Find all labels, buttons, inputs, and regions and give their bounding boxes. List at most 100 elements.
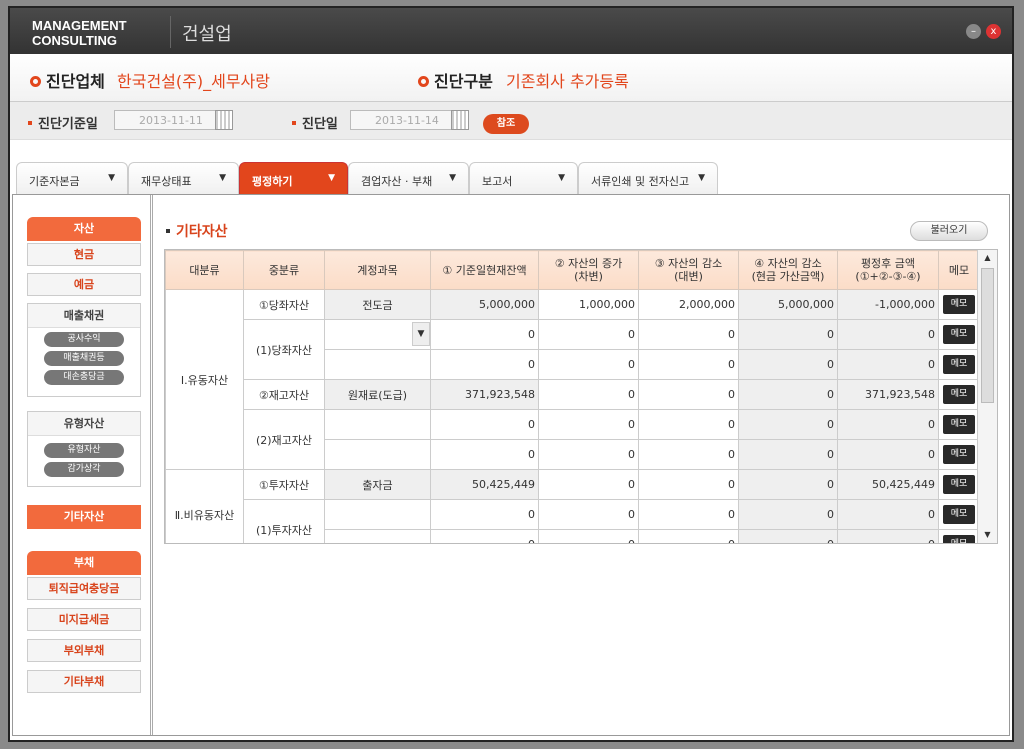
memo-button[interactable]: 메모 (943, 475, 975, 494)
value-cell[interactable]: 0 (538, 499, 639, 530)
sidebar-item-unpaid-tax[interactable]: 미지급세금 (27, 608, 141, 631)
account-cell[interactable] (324, 349, 431, 380)
value-cell[interactable]: 0 (638, 409, 739, 440)
memo-button[interactable]: 메모 (943, 445, 975, 464)
tangible-title[interactable]: 유형자산 (28, 412, 140, 436)
sidebar-pill[interactable]: 공사수익 (44, 332, 124, 347)
value-cell[interactable]: 0 (638, 379, 739, 410)
sidebar-item-cash[interactable]: 현금 (27, 243, 141, 266)
value-cell: 0 (837, 439, 939, 470)
sidebar-pill[interactable]: 대손충당금 (44, 370, 124, 385)
memo-button[interactable]: 메모 (943, 325, 975, 344)
memo-button[interactable]: 메모 (943, 505, 975, 524)
value-cell[interactable]: 371,923,548 (430, 379, 539, 410)
value-cell[interactable]: 0 (430, 349, 539, 380)
scroll-up-icon[interactable]: ▲ (978, 250, 997, 266)
dropdown-arrow-icon[interactable]: ▼ (412, 322, 430, 346)
value-cell[interactable]: 5,000,000 (430, 289, 539, 320)
value-cell[interactable]: 0 (430, 529, 539, 543)
tab-2[interactable]: 재무상태표 ▼ (128, 162, 239, 194)
value-cell: 0 (738, 439, 838, 470)
memo-button[interactable]: 메모 (943, 295, 975, 314)
account-cell[interactable] (324, 529, 431, 543)
data-table-wrapper: 대분류 중분류 계정과목 ① 기준일현재잔액 ② 자산의 증가 (차변) ③ 자산의 감소… (164, 249, 998, 544)
load-button[interactable]: 불러오기 (910, 221, 988, 241)
sidebar-liabilities-header[interactable]: 부채 (27, 551, 141, 575)
sidebar-item-off-book[interactable]: 부외부채 (27, 639, 141, 662)
value-cell[interactable]: 0 (538, 319, 639, 350)
sidebar-item-deposit[interactable]: 예금 (27, 273, 141, 296)
main-panel: 기타자산 불러오기 대분류 중분류 계정과목 ① 기준일현재잔액 ② 자산의 증가 (차… (158, 195, 1008, 735)
value-cell[interactable]: 1,000,000 (538, 289, 639, 320)
value-cell[interactable]: 0 (538, 469, 639, 500)
close-icon[interactable]: x (986, 24, 1001, 39)
table-scrollbar[interactable]: ▲ ▼ (977, 250, 997, 543)
memo-button[interactable]: 메모 (943, 355, 975, 374)
tab-6[interactable]: 서류인쇄 및 전자신고 ▼ (578, 162, 718, 194)
tangible-group: 유형자산 유형자산 감가상각 (27, 411, 141, 487)
value-cell[interactable]: 0 (538, 439, 639, 470)
memo-button[interactable]: 메모 (943, 415, 975, 434)
major-category: Ⅰ.유동자산 (165, 289, 244, 470)
scroll-thumb[interactable] (981, 268, 994, 403)
tab-1[interactable]: 기준자본금 ▼ (16, 162, 128, 194)
value-cell[interactable]: 0 (538, 409, 639, 440)
sidebar-item-other-assets[interactable]: 기타자산 (27, 505, 141, 529)
account-cell[interactable] (324, 409, 431, 440)
sidebar-assets-header[interactable]: 자산 (27, 217, 141, 241)
diag-date-input[interactable]: 2013-11-14 (350, 110, 452, 130)
mid-category: ②재고자산 (243, 379, 325, 410)
type-label-text: 진단구분 (434, 72, 493, 91)
mid-category: ①당좌자산 (243, 289, 325, 320)
logo-line1: MANAGEMENT (32, 18, 127, 33)
receivables-title[interactable]: 매출채권 (28, 304, 140, 328)
sidebar-pill[interactable]: 유형자산 (44, 443, 124, 458)
sidebar-item-retirement[interactable]: 퇴직급여충당금 (27, 577, 141, 600)
memo-button[interactable]: 메모 (943, 535, 975, 543)
account-select[interactable]: ▼ (324, 319, 431, 350)
scroll-down-icon[interactable]: ▼ (978, 527, 997, 543)
value-cell: 0 (738, 379, 838, 410)
mid-category: (2)재고자산 (243, 409, 325, 470)
value-cell[interactable]: 0 (638, 499, 739, 530)
value-cell: 0 (738, 469, 838, 500)
account-cell[interactable] (324, 439, 431, 470)
value-cell[interactable]: 0 (638, 469, 739, 500)
value-cell[interactable]: 0 (538, 379, 639, 410)
value-cell[interactable]: 0 (430, 439, 539, 470)
account-cell[interactable] (324, 499, 431, 530)
value-cell[interactable]: 0 (430, 499, 539, 530)
memo-button[interactable]: 메모 (943, 385, 975, 404)
sidebar-pill[interactable]: 감가상각 (44, 462, 124, 477)
data-table: 대분류 중분류 계정과목 ① 기준일현재잔액 ② 자산의 증가 (차변) ③ 자산의 감소… (165, 250, 980, 543)
section-title: 기타자산 (166, 221, 228, 241)
value-cell[interactable]: 50,425,449 (430, 469, 539, 500)
tab-4[interactable]: 겸업자산 · 부채 ▼ (348, 162, 469, 194)
content-area: 자산 현금 예금 매출채권 공사수익 매출채권등 대손충당금 유형자산 유형자산… (12, 194, 1010, 736)
sidebar-pill[interactable]: 매출채권등 (44, 351, 124, 366)
value-cell[interactable]: 0 (538, 529, 639, 543)
base-date-input[interactable]: 2013-11-11 (114, 110, 216, 130)
value-cell[interactable]: 2,000,000 (638, 289, 739, 320)
value-cell: 0 (738, 529, 838, 543)
chevron-down-icon: ▼ (108, 173, 115, 183)
value-cell[interactable]: 0 (538, 349, 639, 380)
value-cell: 0 (837, 319, 939, 350)
value-cell[interactable]: 0 (430, 319, 539, 350)
value-cell: -1,000,000 (837, 289, 939, 320)
table-row: ②재고자산 원재료(도급) 371,923,548 0 0 0 371,923,548 메모 (166, 379, 980, 410)
value-cell[interactable]: 0 (638, 439, 739, 470)
value-cell[interactable]: 0 (638, 319, 739, 350)
calendar-icon[interactable] (451, 110, 469, 130)
calendar-icon[interactable] (215, 110, 233, 130)
value-cell[interactable]: 0 (430, 409, 539, 440)
chevron-down-icon: ▼ (449, 173, 456, 183)
tab-5[interactable]: 보고서 ▼ (469, 162, 578, 194)
value-cell[interactable]: 0 (638, 349, 739, 380)
minimize-icon[interactable]: – (966, 24, 981, 39)
reference-button[interactable]: 참조 (483, 114, 529, 134)
tab-3[interactable]: 평정하기 ▼ (239, 162, 348, 194)
value-cell: 0 (738, 409, 838, 440)
value-cell[interactable]: 0 (638, 529, 739, 543)
sidebar-item-other-liab[interactable]: 기타부채 (27, 670, 141, 693)
